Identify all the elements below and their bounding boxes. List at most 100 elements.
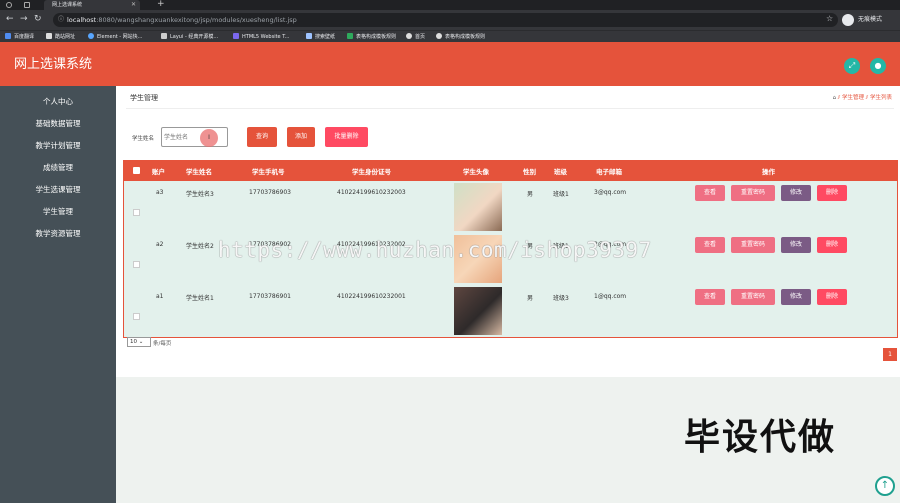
bookmark-favicon-icon — [406, 33, 412, 39]
bookmark-favicon-icon — [233, 33, 239, 39]
incognito-label: 无痕模式 — [858, 16, 883, 23]
reset-password-button[interactable]: 重置密码 — [731, 289, 775, 305]
page-size-select[interactable]: 10 ⌄ — [127, 337, 151, 347]
scroll-to-top-icon[interactable]: ↑ — [875, 476, 895, 496]
batch-delete-button[interactable]: 批量删除 — [325, 127, 368, 147]
cell-email: 1@qq.com — [594, 293, 627, 300]
divider — [126, 108, 894, 109]
user-icon[interactable]: ● — [870, 58, 886, 74]
bookmark-favicon-icon — [5, 33, 11, 39]
delete-button[interactable]: 删除 — [817, 185, 847, 201]
breadcrumb-item[interactable]: 学生管理 — [842, 95, 864, 101]
bookmarks-bar: 百度翻译 酷站网址 Element - 网站快... Layui - 经典开源模… — [0, 30, 900, 42]
sidebar-item-course-selection[interactable]: 学生选课管理 — [0, 182, 116, 198]
select-all-checkbox[interactable] — [133, 167, 140, 174]
tab-close-icon[interactable]: ✕ — [131, 0, 136, 10]
cell-email: 3@qq.com — [594, 189, 627, 196]
bookmark-item[interactable]: 百度翻译 — [5, 32, 34, 42]
sidebar-item-students[interactable]: 学生管理 — [0, 204, 116, 220]
edit-button[interactable]: 修改 — [781, 289, 811, 305]
bookmark-item[interactable]: 首页 — [406, 32, 425, 42]
reset-password-button[interactable]: 重置密码 — [731, 185, 775, 201]
watermark-text: https://www.huzhan.com/ishop39397 — [218, 238, 652, 262]
page-size-value: 10 — [130, 339, 137, 345]
sidebar: 个人中心 基础数据管理 教学计划管理 成绩管理 学生选课管理 学生管理 教学资源… — [0, 86, 116, 503]
search-label: 学生姓名 — [132, 136, 155, 142]
column-header: 学生头像 — [463, 168, 489, 176]
column-header: 学生身份证号 — [352, 168, 391, 176]
address-bar[interactable]: ⓘ localhost:8080/wangshangxuankexitong/j… — [53, 13, 838, 27]
bookmark-item[interactable]: 表格构成模板规则 — [436, 32, 485, 42]
site-info-icon[interactable]: ⓘ — [58, 13, 64, 27]
forward-icon[interactable]: → — [20, 14, 28, 24]
cell-account: a1 — [156, 293, 164, 300]
window-menu-icon[interactable] — [6, 2, 12, 8]
sidebar-item-teaching-plan[interactable]: 教学计划管理 — [0, 138, 116, 154]
table-row: a1 学生姓名1 17703786901 410224199610232001 … — [124, 287, 897, 339]
tab-search-icon[interactable] — [24, 2, 30, 8]
incognito-avatar-icon[interactable] — [842, 14, 854, 26]
row-checkbox[interactable] — [133, 209, 140, 216]
tab-title: 网上选课系统 — [52, 2, 83, 8]
view-button[interactable]: 查看 — [695, 289, 725, 305]
cell-gender: 男 — [527, 295, 534, 302]
cell-account: a2 — [156, 241, 164, 248]
url-host: localhost — [67, 16, 97, 24]
bookmark-favicon-icon — [306, 33, 312, 39]
new-tab-icon[interactable]: + — [157, 0, 165, 9]
column-header: 电子邮箱 — [596, 168, 622, 176]
delete-button[interactable]: 删除 — [817, 237, 847, 253]
browser-tab-bar: 网上选课系统 ✕ + — [0, 0, 900, 10]
delete-button[interactable]: 删除 — [817, 289, 847, 305]
cell-phone: 17703786903 — [249, 189, 291, 196]
view-button[interactable]: 查看 — [695, 185, 725, 201]
cell-account: a3 — [156, 189, 164, 196]
cell-class: 班级3 — [553, 295, 569, 302]
edit-button[interactable]: 修改 — [781, 185, 811, 201]
back-icon[interactable]: ← — [6, 14, 14, 24]
query-button[interactable]: 查询 — [247, 127, 277, 147]
bookmark-star-icon[interactable]: ☆ — [826, 14, 833, 23]
sidebar-item-grades[interactable]: 成绩管理 — [0, 160, 116, 176]
cell-id-card: 410224199610232001 — [337, 293, 406, 300]
bookmark-favicon-icon — [88, 33, 94, 39]
sidebar-item-personal-center[interactable]: 个人中心 — [0, 94, 116, 110]
bookmark-item[interactable]: Layui - 经典开源模... — [161, 32, 218, 42]
column-header: 学生姓名 — [186, 168, 212, 176]
column-header: 操作 — [762, 168, 775, 176]
fullscreen-icon[interactable]: ⤢ — [844, 58, 860, 74]
click-cursor-marker: I — [200, 129, 218, 147]
column-header: 班级 — [554, 168, 567, 176]
add-button[interactable]: 添加 — [287, 127, 315, 147]
portrait-icon — [454, 287, 502, 335]
promo-caption: 毕设代做 — [684, 417, 837, 458]
edit-button[interactable]: 修改 — [781, 237, 811, 253]
bookmark-item[interactable]: 表格构成模板规则 — [347, 32, 396, 42]
reload-icon[interactable]: ↻ — [34, 14, 42, 24]
app-title: 网上选课系统 — [14, 57, 93, 72]
row-checkbox[interactable] — [133, 261, 140, 268]
sidebar-item-teaching-resources[interactable]: 教学资源管理 — [0, 226, 116, 242]
column-header: 学生手机号 — [252, 168, 285, 176]
page-number-button[interactable]: 1 — [883, 348, 897, 361]
sidebar-item-basic-data[interactable]: 基础数据管理 — [0, 116, 116, 132]
bookmark-item[interactable]: 酷站网址 — [46, 32, 75, 42]
reset-password-button[interactable]: 重置密码 — [731, 237, 775, 253]
bookmark-item[interactable]: 搜索壁纸 — [306, 32, 335, 42]
breadcrumb: ⌂ ⫽ 学生管理 ⫽ 学生列表 — [832, 95, 892, 101]
bookmark-item[interactable]: HTML5 Website T... — [233, 32, 289, 42]
column-header: 性别 — [523, 168, 536, 176]
cell-name: 学生姓名2 — [186, 243, 214, 250]
browser-tab[interactable]: 网上选课系统 — [44, 0, 140, 10]
row-checkbox[interactable] — [133, 313, 140, 320]
table-row: a3 学生姓名3 17703786903 410224199610232003 … — [124, 183, 897, 235]
home-icon[interactable]: ⌂ — [833, 95, 837, 101]
chevron-down-icon: ⌄ — [138, 339, 144, 345]
url-path: :8080/wangshangxuankexitong/jsp/modules/… — [96, 16, 297, 24]
bookmark-favicon-icon — [161, 33, 167, 39]
page-size-label: 条/每页 — [153, 341, 172, 347]
bookmark-favicon-icon — [436, 33, 442, 39]
bookmark-item[interactable]: Element - 网站快... — [88, 32, 142, 42]
view-button[interactable]: 查看 — [695, 237, 725, 253]
cell-gender: 男 — [527, 191, 534, 198]
